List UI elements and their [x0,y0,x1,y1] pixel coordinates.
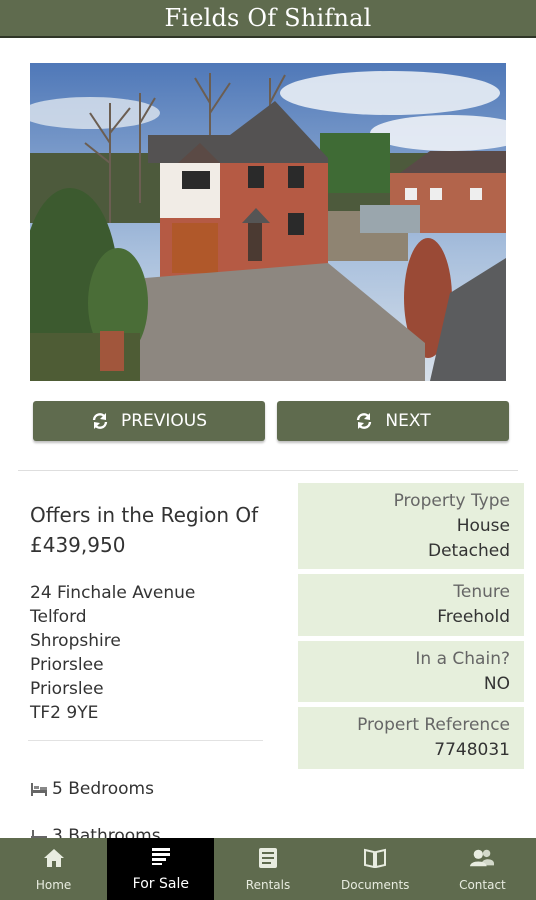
info-label: In a Chain? [415,649,510,669]
info-label: Property Type [393,491,510,511]
previous-label: PREVIOUS [120,411,208,431]
refresh-icon [355,412,373,430]
bottom-tab-bar: Home For Sale Rentals Documents Contact [0,838,536,900]
previous-button[interactable]: PREVIOUS [33,401,265,441]
tab-label: Home [35,878,72,892]
app-title: Fields Of Shifnal [164,4,372,32]
next-button[interactable]: NEXT [277,401,509,441]
tab-home[interactable]: Home [0,838,107,900]
address-line: 24 Finchale Avenue [30,583,196,603]
info-value: NO [483,674,510,694]
info-label: Propert Reference [357,715,510,735]
bed-icon [30,781,48,797]
tab-label: For Sale [132,876,189,892]
tab-documents[interactable]: Documents [322,838,429,900]
price-text: Offers in the Region Of £439,950 [30,503,259,557]
info-value: 7748031 [434,740,510,760]
document-icon [256,846,280,870]
info-card-tenure: Tenure Freehold [298,574,524,636]
section-divider [18,470,518,471]
tab-contact[interactable]: Contact [429,838,536,900]
info-card-property-type: Property Type House Detached [298,483,524,569]
feature-bedrooms: 5 Bedrooms [30,779,154,799]
info-card-chain: In a Chain? NO [298,641,524,702]
tab-label: Rentals [245,878,291,892]
book-icon [363,846,387,870]
property-photo-image [30,63,506,381]
info-value: Detached [427,541,510,561]
address-line: TF2 9YE [30,703,99,723]
tab-label: Contact [459,878,506,892]
address-line: Telford [30,607,87,627]
contact-icon [470,846,495,870]
address-line: Shropshire [30,631,121,651]
next-label: NEXT [385,411,431,431]
info-label: Tenure [453,582,510,602]
info-card-reference: Propert Reference 7748031 [298,707,524,769]
tab-label: Documents [341,878,410,892]
address-line: Priorslee [30,655,104,675]
address-block: 24 Finchale Avenue Telford Shropshire Pr… [30,581,195,725]
info-value: Freehold [437,607,510,627]
app-header: Fields Of Shifnal [0,0,536,38]
home-icon [42,846,66,870]
tab-rentals[interactable]: Rentals [214,838,321,900]
list-icon [149,844,173,868]
refresh-icon [91,412,109,430]
tab-for-sale[interactable]: For Sale [107,838,215,900]
address-line: Priorslee [30,679,104,699]
info-value: House [456,516,510,536]
feature-text: 5 Bedrooms [52,779,154,799]
property-photo[interactable] [30,63,506,381]
address-divider [28,740,263,741]
